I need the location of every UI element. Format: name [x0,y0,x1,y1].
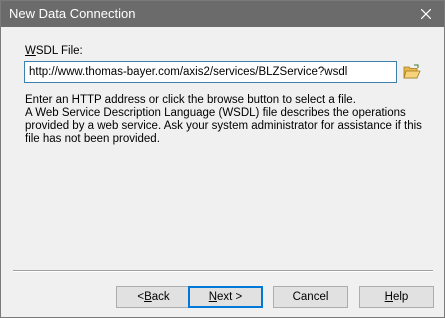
new-data-connection-dialog: New Data Connection WSDL File: Enter an … [0,0,445,318]
folder-open-icon [403,64,421,79]
help-text: Enter an HTTP address or click the brows… [25,94,425,146]
close-button[interactable] [408,1,444,27]
window-title: New Data Connection [9,6,136,21]
button-separator [13,270,433,272]
browse-button[interactable] [403,63,421,81]
help-line-2: A Web Service Description Language (WSDL… [25,107,422,145]
title-bar: New Data Connection [1,1,444,27]
next-button[interactable]: Next > [188,286,263,308]
cancel-button[interactable]: Cancel [273,286,348,308]
wsdl-file-label: WSDL File: [25,45,83,57]
back-button[interactable]: < Back [116,286,191,308]
close-icon [421,9,431,19]
help-line-1: Enter an HTTP address or click the brows… [25,94,356,106]
help-button[interactable]: Help [359,286,434,308]
wsdl-file-input[interactable] [24,61,397,83]
